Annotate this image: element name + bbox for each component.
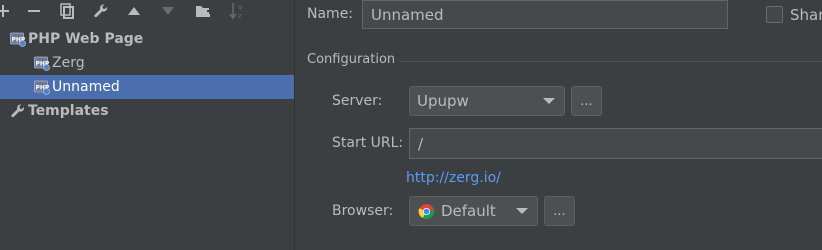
- tree-item-label: Zerg: [52, 55, 85, 71]
- configuration-separator: [399, 61, 822, 62]
- tree-item-label: Unnamed: [52, 79, 120, 95]
- move-up-icon[interactable]: [126, 1, 142, 21]
- new-folder-icon[interactable]: [194, 1, 214, 21]
- php-web-page-icon: PHP: [34, 56, 50, 71]
- remove-icon[interactable]: [26, 1, 42, 21]
- browser-select-value: Default: [441, 202, 496, 220]
- tree-item-label: Templates: [28, 103, 109, 119]
- tree-item-php-web-page[interactable]: PHP PHP Web Page: [0, 27, 294, 51]
- tree-item-unnamed[interactable]: PHP Unnamed: [0, 75, 294, 99]
- browser-browse-button[interactable]: ...: [544, 196, 575, 226]
- tree-item-zerg[interactable]: PHP Zerg: [0, 51, 294, 75]
- tree-item-templates[interactable]: Templates: [0, 99, 294, 123]
- server-select[interactable]: Upupw: [409, 86, 565, 116]
- start-url-label: Start URL:: [332, 135, 404, 151]
- configuration-form-panel: Name: Unnamed Shar Configuration Server:…: [295, 0, 822, 250]
- browser-browse-label: ...: [553, 203, 566, 219]
- server-browse-label: ...: [580, 93, 593, 109]
- svg-text:a: a: [238, 3, 242, 11]
- url-preview-link[interactable]: http://zerg.io/: [406, 170, 501, 186]
- add-icon[interactable]: [0, 1, 12, 21]
- sort-alphabetically-icon: az: [228, 1, 246, 21]
- tree-item-label: PHP Web Page: [28, 31, 144, 47]
- share-label[interactable]: Shar: [790, 6, 822, 24]
- chevron-down-icon: [543, 98, 555, 104]
- server-select-value: Upupw: [417, 92, 469, 110]
- server-label: Server:: [332, 93, 383, 109]
- svg-text:z: z: [238, 12, 242, 20]
- wrench-icon: [11, 104, 25, 118]
- wrench-icon[interactable]: [92, 1, 110, 21]
- php-web-page-icon: PHP: [34, 80, 50, 95]
- chevron-down-icon: [516, 208, 528, 214]
- start-url-input-value: /: [418, 134, 424, 153]
- server-browse-button[interactable]: ...: [571, 86, 602, 116]
- name-label: Name:: [307, 6, 354, 22]
- chrome-icon: [418, 203, 435, 219]
- name-input[interactable]: Unnamed: [362, 0, 728, 29]
- configuration-section-title: Configuration: [307, 52, 396, 67]
- browser-select[interactable]: Default: [409, 196, 538, 226]
- share-checkbox[interactable]: [766, 6, 783, 23]
- php-web-page-icon: PHP: [10, 32, 26, 47]
- copy-icon[interactable]: [58, 1, 76, 21]
- tree-toolbar: az: [0, 0, 294, 24]
- run-configurations-tree-panel: az PHP PHP Web Page PHP Zerg PHP Unnamed: [0, 0, 294, 250]
- start-url-input[interactable]: /: [409, 128, 822, 159]
- move-down-icon: [160, 1, 176, 21]
- name-input-value: Unnamed: [371, 5, 444, 24]
- browser-label: Browser:: [332, 203, 394, 219]
